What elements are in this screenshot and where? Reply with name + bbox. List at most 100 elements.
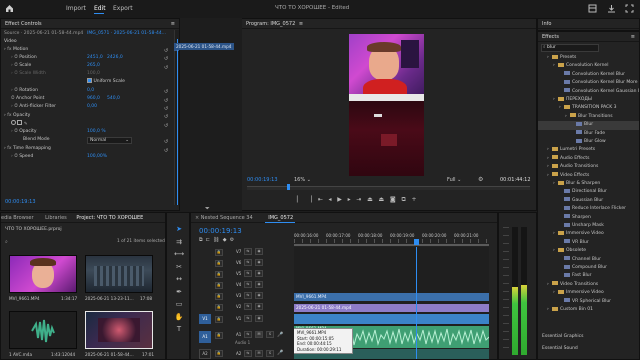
effects-folder-item[interactable]: › Immersive Video <box>538 230 639 238</box>
timeline-playhead-handle[interactable] <box>414 239 419 245</box>
antiflicker-value[interactable]: 0,00 <box>87 103 97 111</box>
goto-out-icon[interactable]: ⇥ <box>356 196 361 203</box>
reset-icon[interactable]: ↺ <box>164 88 172 96</box>
project-thumb-selected[interactable] <box>85 311 153 349</box>
extract-icon[interactable]: ⏏ <box>379 196 385 203</box>
project-thumb-screen[interactable] <box>85 255 153 293</box>
compare-icon[interactable]: ⧉ <box>401 196 405 203</box>
lock-icon[interactable]: 🔒 <box>215 282 223 289</box>
effects-folder-item[interactable]: › Immersive Video <box>538 289 639 297</box>
program-scrubber-playhead[interactable] <box>287 184 290 190</box>
lock-icon[interactable]: 🔒 <box>215 271 223 278</box>
menu-edit[interactable]: Edit <box>94 5 106 12</box>
effects-folder-item[interactable]: › Convolution Kernel <box>538 62 639 70</box>
fullscreen-icon[interactable] <box>625 4 634 13</box>
reset-icon[interactable]: ↺ <box>164 64 172 72</box>
eye-icon[interactable]: ◉ <box>255 270 263 277</box>
effects-folder-item[interactable]: › Presets <box>538 54 639 62</box>
step-back-icon[interactable]: ◂ <box>328 196 331 203</box>
track-v2[interactable]: 🔒 V2 ⇆ ◉ <box>199 302 292 312</box>
sync-lock-icon[interactable]: ⇆ <box>244 331 252 338</box>
effects-item[interactable]: Convolution Kernel Gaussian Blur <box>538 88 639 96</box>
effects-item[interactable]: VR Blur <box>538 239 639 247</box>
ec-timeline-clip-label[interactable]: 2025-06-21 01-58-44.mp4 <box>174 43 234 50</box>
effects-item[interactable]: Convolution Kernel Blur <box>538 71 639 79</box>
reset-icon[interactable]: ↺ <box>164 113 172 121</box>
lock-icon[interactable]: 🔒 <box>215 249 223 256</box>
mark-out-icon[interactable]: ▕ <box>307 196 312 203</box>
menu-import[interactable]: Import <box>66 5 86 12</box>
anchor-y-value[interactable]: 540,0 <box>107 95 120 103</box>
essential-graphics-tab[interactable]: Essential Graphics <box>542 334 583 339</box>
lift-icon[interactable]: ⏏ <box>367 196 373 203</box>
v1-clip[interactable] <box>294 314 489 324</box>
solo-button[interactable]: S <box>266 331 274 338</box>
project-search-icon[interactable]: ⌕ <box>5 239 8 245</box>
slip-tool-icon[interactable]: ↔ <box>173 273 185 286</box>
effects-folder-item[interactable]: › Obsolete <box>538 247 639 255</box>
workspace-icon[interactable] <box>588 4 597 13</box>
effects-folder-item[interactable]: › Blur Transitions <box>538 113 639 121</box>
type-tool-icon[interactable]: T <box>173 323 185 336</box>
track-v3[interactable]: 🔒 V3 ⇆ ◉ <box>199 291 292 301</box>
effects-item[interactable]: Reduce Interlace Flicker <box>538 205 639 213</box>
play-icon[interactable]: ▶ <box>337 196 342 203</box>
track-v7[interactable]: 🔒 V7 ⇆ ◉ <box>199 247 292 257</box>
effects-folder-item[interactable]: › Custom Bin 01 <box>538 306 639 314</box>
effects-item[interactable]: Channel Blur <box>538 256 639 264</box>
lock-icon[interactable]: 🔒 <box>215 304 223 311</box>
program-tab[interactable]: Program: IMG_0572 ≡ <box>242 19 536 29</box>
opacity-value[interactable]: 100,0 % <box>87 128 106 136</box>
eye-icon[interactable]: ◉ <box>255 259 263 266</box>
effects-item[interactable]: Sharpen <box>538 214 639 222</box>
track-v5[interactable]: 🔒 V5 ⇆ ◉ <box>199 269 292 279</box>
sync-lock-icon[interactable]: ⇆ <box>244 270 252 277</box>
timeline-playhead-line[interactable] <box>416 247 417 359</box>
solo-button[interactable]: S <box>266 350 274 357</box>
effects-tab[interactable]: Effects ≡ <box>538 32 639 42</box>
track-v6[interactable]: 🔒 V6 ⇆ ◉ <box>199 258 292 268</box>
ec-playhead[interactable] <box>177 39 178 205</box>
source-patch-a2[interactable]: A2 <box>199 349 211 359</box>
snap-icon[interactable]: ⊏ <box>206 237 210 243</box>
effects-item[interactable]: VR Spherical Blur <box>538 298 639 306</box>
timeline-timecode[interactable]: 00:00:19:13 <box>199 227 242 235</box>
linked-icon[interactable]: ⛓ <box>213 237 219 243</box>
quality-select[interactable]: Full ⌄ <box>447 177 461 183</box>
effects-item[interactable]: Directional Blur <box>538 188 639 196</box>
eye-icon[interactable]: ◉ <box>255 292 263 299</box>
time-remap-row[interactable]: › fx Time Remapping <box>4 145 51 153</box>
scale-value[interactable]: 265,0 <box>87 62 100 70</box>
work-area-bar[interactable] <box>294 244 489 246</box>
effects-folder-item[interactable]: › Audio Effects <box>538 155 639 163</box>
effects-folder-item[interactable]: › Blur & Sharpen <box>538 180 639 188</box>
clip-label[interactable]: IMG_0571 · 2025-06-21 01-58-44... <box>87 30 166 38</box>
program-video-frame[interactable] <box>349 34 424 176</box>
reset-icon[interactable]: ↺ <box>164 105 172 113</box>
effects-folder-item[interactable]: › TRANSITION PACK 3 <box>538 104 639 112</box>
effects-item[interactable]: Blur Fade <box>538 130 639 138</box>
effects-item[interactable]: Unsharp Mask <box>538 222 639 230</box>
effects-folder-item[interactable]: › Video Transitions <box>538 281 639 289</box>
mask-ellipse-icon[interactable] <box>11 120 16 125</box>
add-icon[interactable]: + <box>412 196 417 203</box>
wrench-icon[interactable]: ⚙ <box>478 176 483 183</box>
project-tab[interactable]: Project: ЧТО ТО ХОРОШЕЕ <box>76 215 143 221</box>
hand-tool-icon[interactable]: ✋ <box>173 311 185 324</box>
wrench-icon[interactable]: ⚙ <box>230 237 234 243</box>
source-patch-v1[interactable]: V1 <box>199 314 211 324</box>
v3-clip-label[interactable]: MVI_9661.MP4 <box>294 293 489 301</box>
track-select-icon[interactable]: ⇉ <box>173 236 185 249</box>
sync-lock-icon[interactable]: ⇆ <box>244 281 252 288</box>
speed-value[interactable]: 100,00% <box>87 153 107 161</box>
position-x-value[interactable]: 2451,0 <box>87 54 103 62</box>
razor-tool-icon[interactable]: ✂ <box>173 261 185 274</box>
eye-icon[interactable]: ◉ <box>255 248 263 255</box>
lock-icon[interactable]: 🔒 <box>215 293 223 300</box>
eye-icon[interactable]: ◉ <box>255 315 263 322</box>
reset-icon[interactable]: ↺ <box>164 138 172 146</box>
effects-folder-item[interactable]: › Video Effects <box>538 172 639 180</box>
lock-icon[interactable]: 🔒 <box>215 332 223 339</box>
menu-export[interactable]: Export <box>113 5 133 12</box>
sync-lock-icon[interactable]: ⇆ <box>244 315 252 322</box>
